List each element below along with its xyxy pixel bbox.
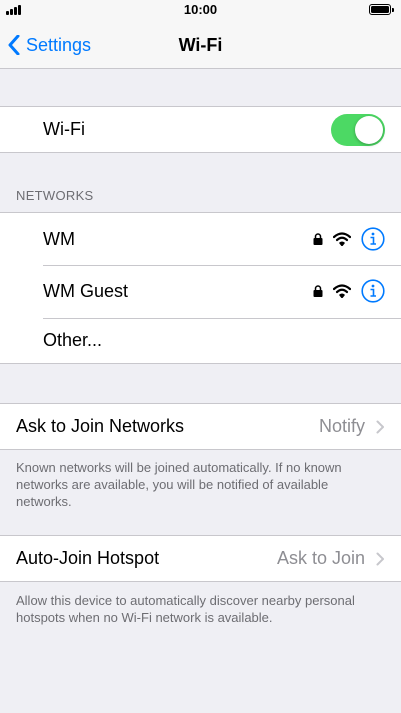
network-icons (313, 227, 385, 251)
info-icon[interactable] (361, 279, 385, 303)
other-network-label: Other... (43, 329, 103, 350)
ask-to-join-group: Ask to Join Networks Notify (0, 403, 401, 450)
network-name: WM (43, 228, 75, 249)
lock-icon (313, 285, 323, 297)
chevron-right-icon (376, 552, 384, 565)
page-title: Wi-Fi (178, 35, 223, 55)
lock-icon (313, 233, 323, 245)
auto-join-hotspot-label: Auto-Join Hotspot (16, 548, 160, 568)
auto-join-hotspot-value: Ask to Join (276, 548, 365, 568)
wifi-toggle-group: Wi-Fi (0, 106, 401, 153)
wifi-toggle-label: Wi-Fi (43, 119, 85, 139)
ask-to-join-label: Ask to Join Networks (16, 416, 185, 436)
auto-join-hotspot-footer: Allow this device to automatically disco… (16, 593, 355, 625)
toggle-knob (355, 116, 383, 144)
auto-join-hotspot-group: Auto-Join Hotspot Ask to Join (0, 535, 401, 582)
status-time: 10:00 (183, 2, 218, 17)
status-bar: 10:00 (0, 0, 401, 20)
wifi-signal-icon (333, 284, 351, 298)
networks-section-header: NETWORKS (16, 188, 94, 203)
wifi-toggle-row: Wi-Fi (0, 107, 401, 152)
navigation-bar: Settings Wi-Fi (0, 20, 401, 69)
ask-to-join-value: Notify (318, 416, 365, 436)
network-row-other[interactable]: Other... (0, 317, 401, 363)
ask-to-join-footer: Known networks will be joined automatica… (16, 460, 342, 509)
wifi-signal-icon (333, 232, 351, 246)
network-icons (313, 279, 385, 303)
info-icon[interactable] (361, 227, 385, 251)
network-row-wm[interactable]: WM (0, 213, 401, 265)
networks-list: WM WM Guest Other... (0, 212, 401, 364)
chevron-right-icon (376, 420, 384, 433)
network-name: WM Guest (43, 280, 129, 301)
network-row-wm-guest[interactable]: WM Guest (0, 265, 401, 317)
wifi-toggle-switch[interactable] (331, 114, 385, 146)
ask-to-join-row[interactable]: Ask to Join Networks Notify (0, 404, 401, 449)
auto-join-hotspot-row[interactable]: Auto-Join Hotspot Ask to Join (0, 536, 401, 581)
battery-icon (369, 4, 394, 15)
